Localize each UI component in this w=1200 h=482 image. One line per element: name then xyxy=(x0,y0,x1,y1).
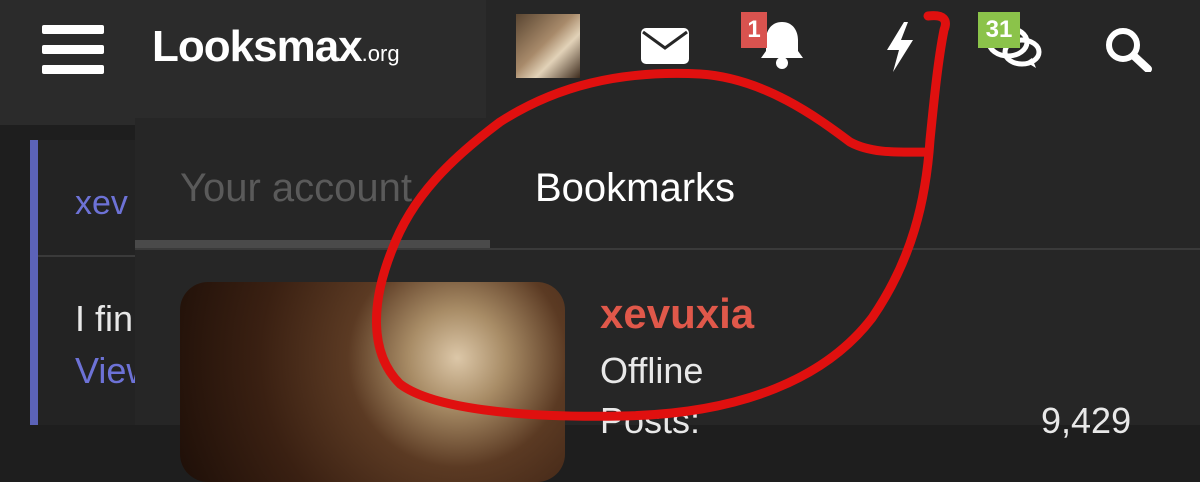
red-annotation-scribble xyxy=(371,11,950,421)
